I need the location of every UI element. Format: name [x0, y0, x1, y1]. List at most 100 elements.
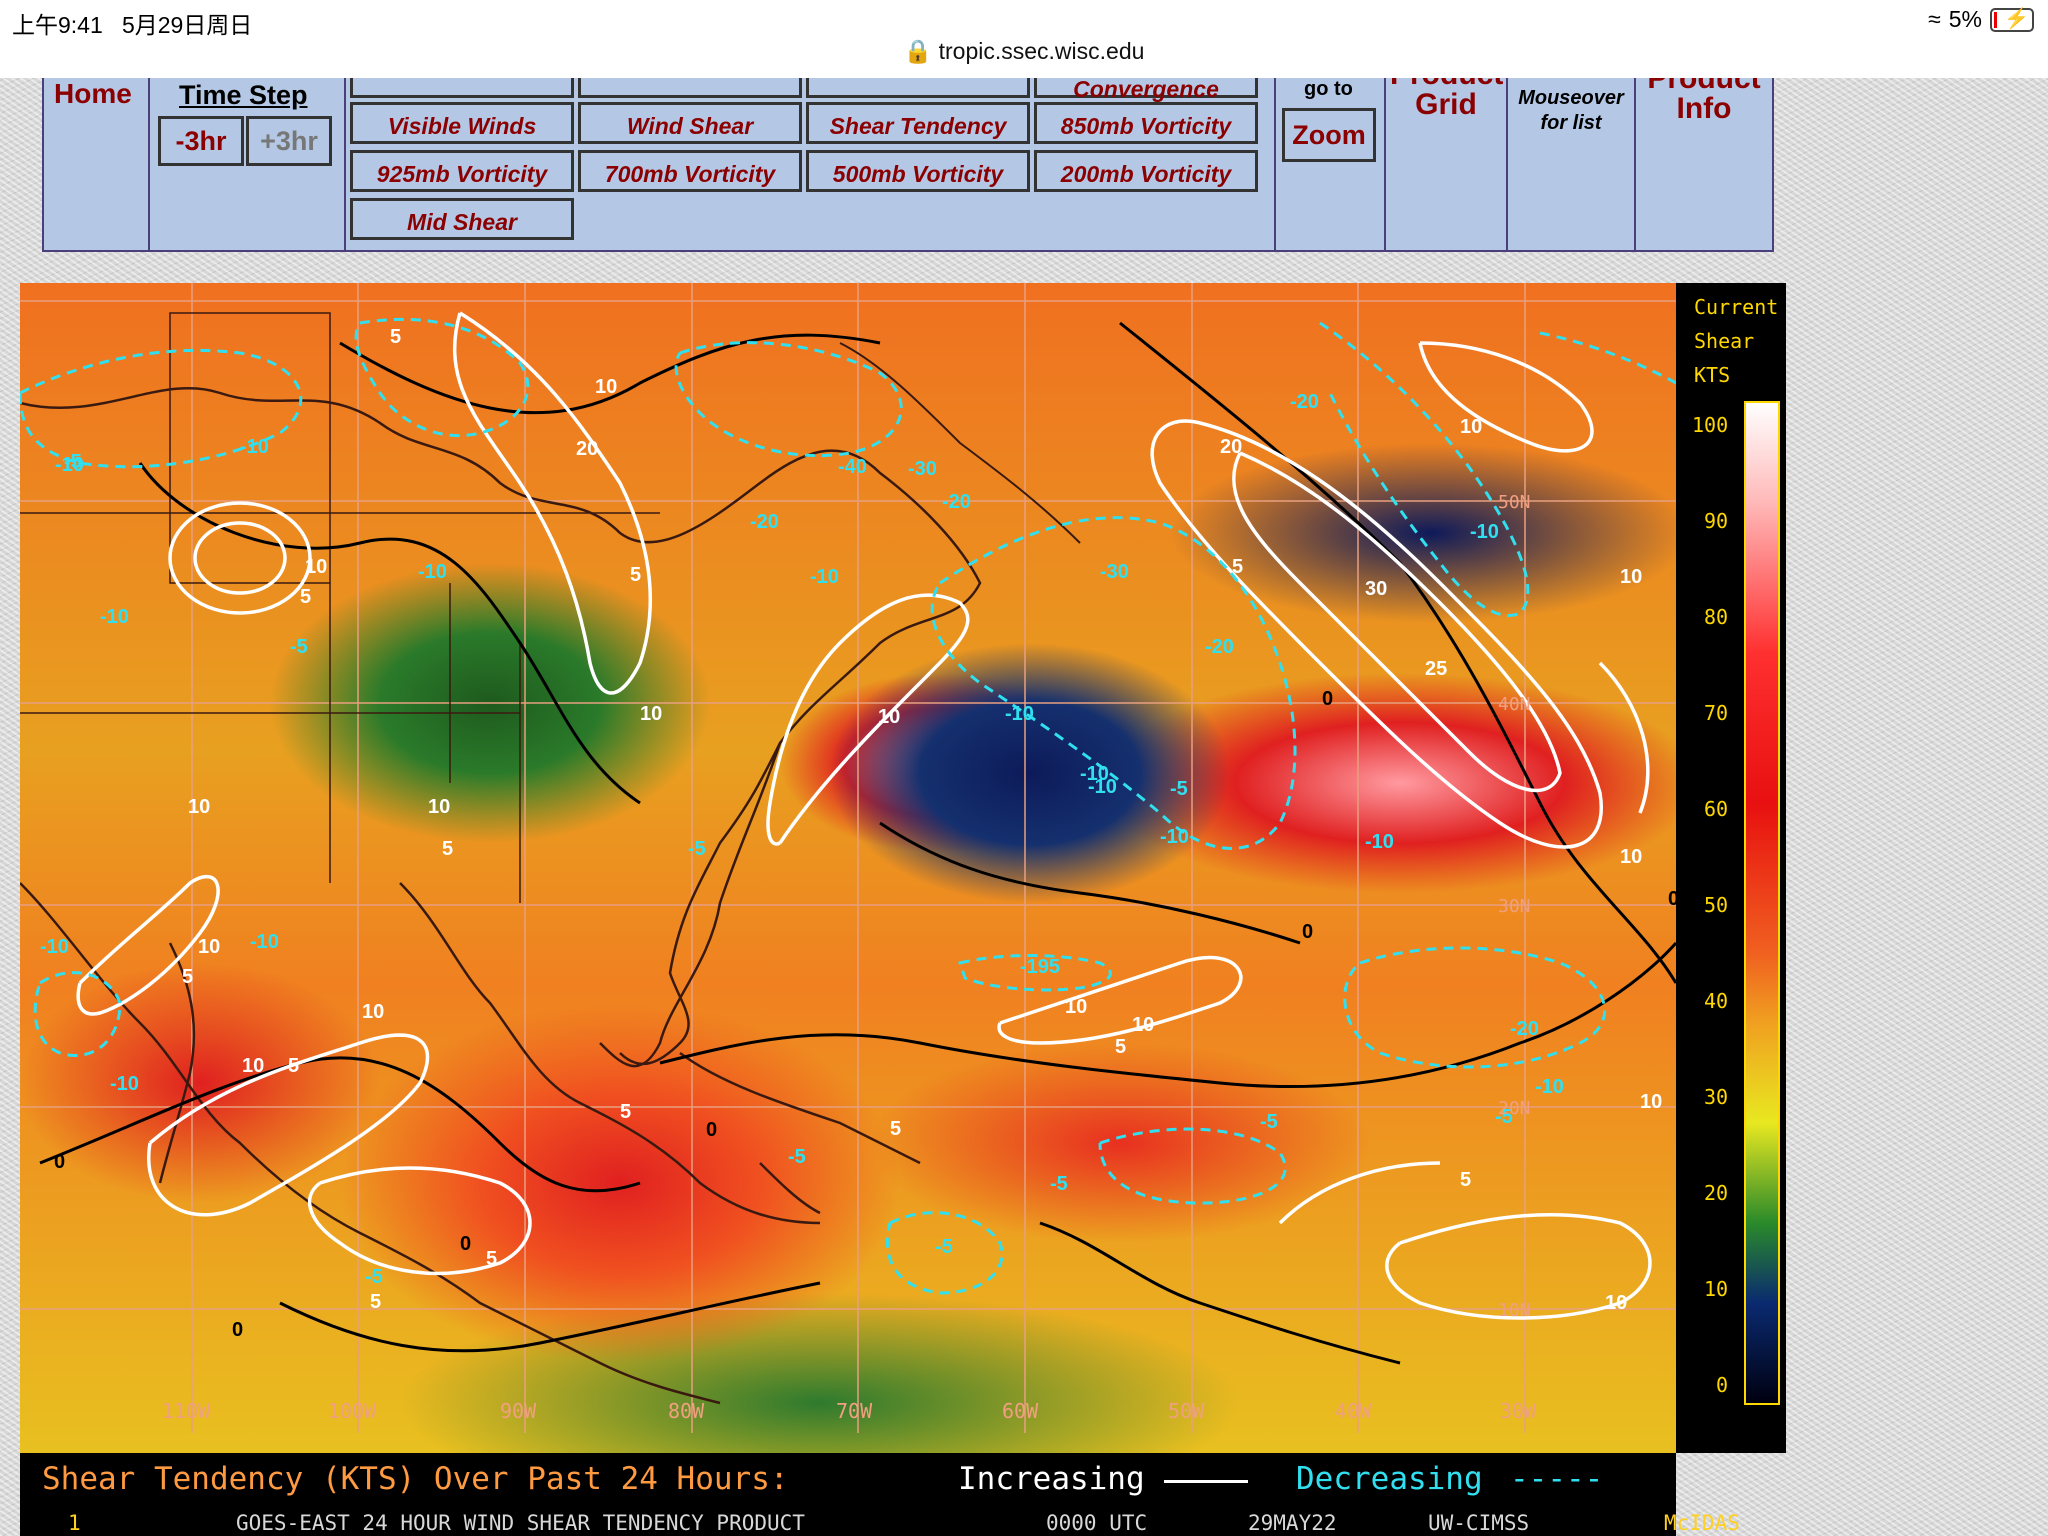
colorbar-tick: 60: [1704, 797, 1729, 821]
colorbar-tick: 90: [1704, 509, 1729, 533]
contour-label: -20: [1510, 1018, 1539, 1040]
product-name: GOES-EAST 24 HOUR WIND SHEAR TENDENCY PR…: [236, 1511, 805, 1535]
shear-tendency-map[interactable]: 5 10 20 10 5 10 5 10 10 10 5 10 5 20 10 …: [20, 283, 1676, 1453]
legend-decreasing-line: -----: [1510, 1461, 1604, 1497]
product-time: 0000 UTC: [1046, 1511, 1148, 1535]
lat-label: 50N: [1498, 492, 1531, 513]
contour-label: 5: [442, 838, 453, 860]
contour-label: 10: [1605, 1292, 1627, 1314]
contour-label: -10: [250, 931, 279, 953]
plus-3hr-button[interactable]: +3hr: [246, 116, 332, 166]
address-bar[interactable]: 🔒 tropic.ssec.wisc.edu: [0, 38, 2048, 65]
zoom-column: [1274, 78, 1386, 250]
contour-label: 0: [1668, 888, 1676, 910]
colorbar-tick: 10: [1704, 1277, 1729, 1301]
legend-increasing-line: [1164, 1480, 1248, 1483]
contour-label: -20: [750, 511, 779, 533]
contour-label: -10: [810, 566, 839, 588]
vorticity-500mb-button[interactable]: 500mb Vorticity: [806, 150, 1030, 192]
url-text: tropic.ssec.wisc.edu: [938, 38, 1145, 64]
lat-label: 10N: [1498, 1300, 1531, 1321]
lat-label: 40N: [1498, 694, 1531, 715]
contour-label: 10: [1065, 996, 1087, 1018]
contour-label: -20: [1205, 636, 1234, 658]
contour-label: -10: [240, 436, 269, 458]
contour-label: 20: [1220, 436, 1242, 458]
vorticity-700mb-button[interactable]: 700mb Vorticity: [578, 150, 802, 192]
colorbar-tick: 20: [1704, 1181, 1729, 1205]
caption-title: Shear Tendency (KTS) Over Past 24 Hours:: [42, 1461, 789, 1497]
product-nav-panel: Home Time Step -3hr +3hr Convergence Vis…: [42, 56, 1774, 252]
contour-label: -30: [1100, 561, 1129, 583]
contour-label: 0: [706, 1119, 717, 1141]
contour-label: -10: [418, 561, 447, 583]
contour-label: 5: [890, 1118, 901, 1140]
colorbar-tick: 80: [1704, 605, 1729, 629]
visible-winds-button[interactable]: Visible Winds: [350, 102, 574, 144]
shear-tendency-button[interactable]: Shear Tendency: [806, 102, 1030, 144]
contour-label: 5: [288, 1055, 299, 1077]
mid-shear-button[interactable]: Mid Shear: [350, 198, 574, 240]
lon-label: 60W: [1002, 1399, 1039, 1423]
map-caption: Shear Tendency (KTS) Over Past 24 Hours:…: [20, 1453, 1676, 1536]
vorticity-925mb-button[interactable]: 925mb Vorticity: [350, 150, 574, 192]
contour-label: 10: [242, 1055, 264, 1077]
status-bar: 上午9:41 5月29日周日 🔒 tropic.ssec.wisc.edu ≈ …: [0, 0, 2048, 78]
contour-label: -10: [110, 1073, 139, 1095]
status-time: 上午9:41 5月29日周日: [12, 12, 253, 38]
frame-number: 1: [68, 1511, 81, 1535]
longitude-labels: 110W 100W 90W 80W 70W 60W 50W 40W 30W: [162, 1399, 1537, 1423]
lon-label: 30W: [1500, 1399, 1537, 1423]
product-info-link[interactable]: Info: [1644, 92, 1764, 126]
wifi-icon: ≈: [1928, 6, 1941, 32]
product-grid-link[interactable]: Grid: [1390, 88, 1502, 122]
contour-label: 5: [182, 966, 193, 988]
contour-label: 10: [198, 936, 220, 958]
contour-label: 10: [1132, 1014, 1154, 1036]
product-source: UW-CIMSS: [1428, 1511, 1530, 1535]
contour-label: 10: [1640, 1091, 1662, 1113]
lon-label: 90W: [500, 1399, 537, 1423]
colorbar-legend: Current Shear KTS 100 90 80 70 60 50 40 …: [1676, 283, 1786, 1453]
lon-label: 70W: [836, 1399, 873, 1423]
contour-label: 10: [1620, 846, 1642, 868]
contour-label: 5: [630, 564, 641, 586]
time-step-title: Time Step: [179, 80, 308, 110]
battery-percent: 5%: [1948, 6, 1982, 32]
contour-label: -10: [1005, 703, 1034, 725]
contour-label: -30: [908, 458, 937, 480]
contour-label: -20: [942, 491, 971, 513]
contour-label: 10: [362, 1001, 384, 1023]
legend-decreasing: Decreasing: [1296, 1461, 1483, 1497]
contour-label: -10: [1365, 831, 1394, 853]
contour-label: 10: [188, 796, 210, 818]
contour-label: 10: [305, 556, 327, 578]
vorticity-850mb-button[interactable]: 850mb Vorticity: [1034, 102, 1258, 144]
minus-3hr-button[interactable]: -3hr: [158, 116, 244, 166]
for-list-label[interactable]: for list: [1508, 111, 1634, 136]
vorticity-200mb-button[interactable]: 200mb Vorticity: [1034, 150, 1258, 192]
colorbar-tick: 70: [1704, 701, 1729, 725]
colorbar-title-2: Shear: [1694, 329, 1755, 353]
contour-label: 10: [428, 796, 450, 818]
wind-shear-button[interactable]: Wind Shear: [578, 102, 802, 144]
battery-icon: ⚡: [1990, 7, 2034, 32]
mouseover-label[interactable]: Mouseover: [1508, 86, 1634, 111]
lon-label: 100W: [328, 1399, 377, 1423]
contour-label: 10: [878, 706, 900, 728]
contour-label: 5: [1232, 556, 1243, 578]
contour-label: 0: [460, 1233, 471, 1255]
home-link[interactable]: Home: [54, 78, 132, 110]
contour-label: -5: [935, 1236, 953, 1258]
contour-label: 5: [1115, 1036, 1126, 1058]
lon-label: 110W: [162, 1399, 211, 1423]
contour-label: 5: [1460, 1169, 1471, 1191]
contour-label: 10: [1460, 416, 1482, 438]
contour-label: -10: [40, 936, 69, 958]
colorbar-title-1: Current: [1694, 295, 1779, 319]
map-overlay: 5 10 20 10 5 10 5 10 10 10 5 10 5 20 10 …: [20, 283, 1676, 1433]
contour-label: -5: [788, 1146, 806, 1168]
zoom-button[interactable]: Zoom: [1282, 108, 1376, 162]
contour-label: -10: [1088, 776, 1117, 798]
colorbar-tick: 40: [1704, 989, 1729, 1013]
